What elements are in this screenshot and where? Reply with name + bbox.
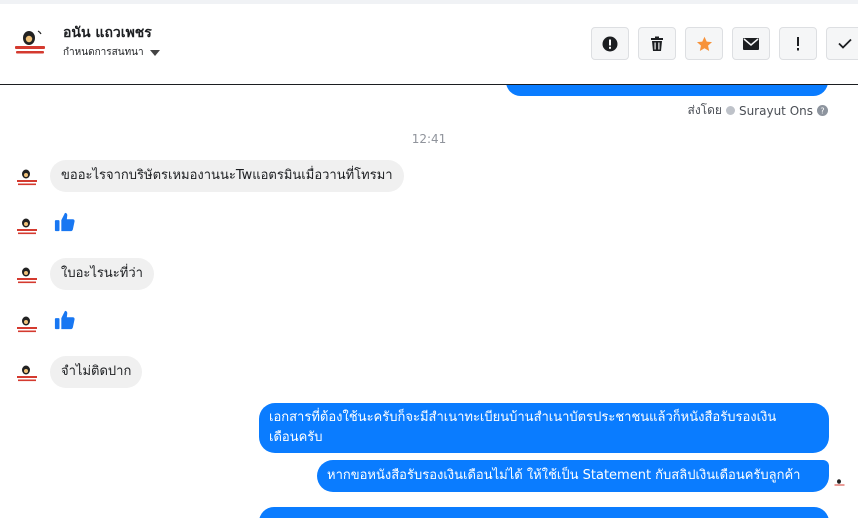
alert-circle-icon xyxy=(602,36,618,51)
incoming-message[interactable]: ขออะไรจากบริษัตรเหมองานนะTwแอตรมินเมื่อว… xyxy=(50,160,404,192)
info-icon[interactable]: ? xyxy=(817,105,828,116)
assign-conversation-dropdown[interactable]: กำหนดการสนทนา xyxy=(63,45,160,60)
mark-unread-button[interactable] xyxy=(732,27,770,60)
svg-text:?: ? xyxy=(820,107,824,116)
incoming-message[interactable]: ใบอะไรนะที่ว่า xyxy=(50,258,154,290)
contact-mini-avatar[interactable] xyxy=(14,165,40,191)
check-icon xyxy=(838,38,852,49)
follow-up-button[interactable] xyxy=(779,27,817,60)
outgoing-message-partial xyxy=(259,507,829,518)
message-thread[interactable]: ส่งโดย Surayut Ons ? 12:41 ขออะไรจากบริษ… xyxy=(0,85,858,518)
user-check-icon xyxy=(725,106,735,115)
mark-spam-button[interactable] xyxy=(591,27,629,60)
seen-avatar-icon xyxy=(833,477,846,490)
contact-mini-avatar[interactable] xyxy=(14,214,40,240)
conversation-actions xyxy=(591,27,858,60)
exclamation-icon xyxy=(797,36,799,50)
contact-name[interactable]: อนัน แถวเพชร xyxy=(63,22,152,44)
sent-by-name[interactable]: Surayut Ons xyxy=(739,104,813,118)
chevron-down-icon xyxy=(149,49,160,56)
mail-icon xyxy=(743,37,759,50)
trash-icon xyxy=(651,36,663,51)
header-topline xyxy=(0,0,858,4)
sent-by-prefix: ส่งโดย xyxy=(687,103,722,117)
delete-button[interactable] xyxy=(638,27,676,60)
outgoing-message[interactable]: เอกสารที่ต้องใช้นะครับก็จะมีสำเนาทะเบียน… xyxy=(259,403,829,453)
outgoing-message-line: เอกสารที่ต้องใช้นะครับก็จะมีสำเนาทะเบียน… xyxy=(269,410,777,425)
contact-avatar[interactable] xyxy=(10,24,50,64)
outgoing-message[interactable]: หากขอหนังสือรับรองเงินเดือนไม่ได้ ให้ใช้… xyxy=(317,460,829,492)
mark-done-button[interactable] xyxy=(826,27,858,60)
outgoing-message-partial xyxy=(506,85,828,96)
thumbs-up-icon[interactable] xyxy=(54,309,76,331)
conversation-header: อนัน แถวเพชร กำหนดการสนทนา xyxy=(0,0,858,85)
incoming-message[interactable]: จำไม่ติดปาก xyxy=(50,356,143,388)
star-button[interactable] xyxy=(685,27,723,60)
contact-mini-avatar[interactable] xyxy=(14,263,40,289)
outgoing-message-line: เดือนครับ xyxy=(269,430,323,445)
star-icon xyxy=(696,36,712,51)
sent-by-line: ส่งโดย Surayut Ons ? xyxy=(687,101,828,120)
thumbs-up-icon[interactable] xyxy=(54,211,76,233)
contact-mini-avatar[interactable] xyxy=(14,361,40,387)
assign-label: กำหนดการสนทนา xyxy=(63,47,144,58)
contact-mini-avatar[interactable] xyxy=(14,312,40,338)
time-divider: 12:41 xyxy=(411,132,447,146)
